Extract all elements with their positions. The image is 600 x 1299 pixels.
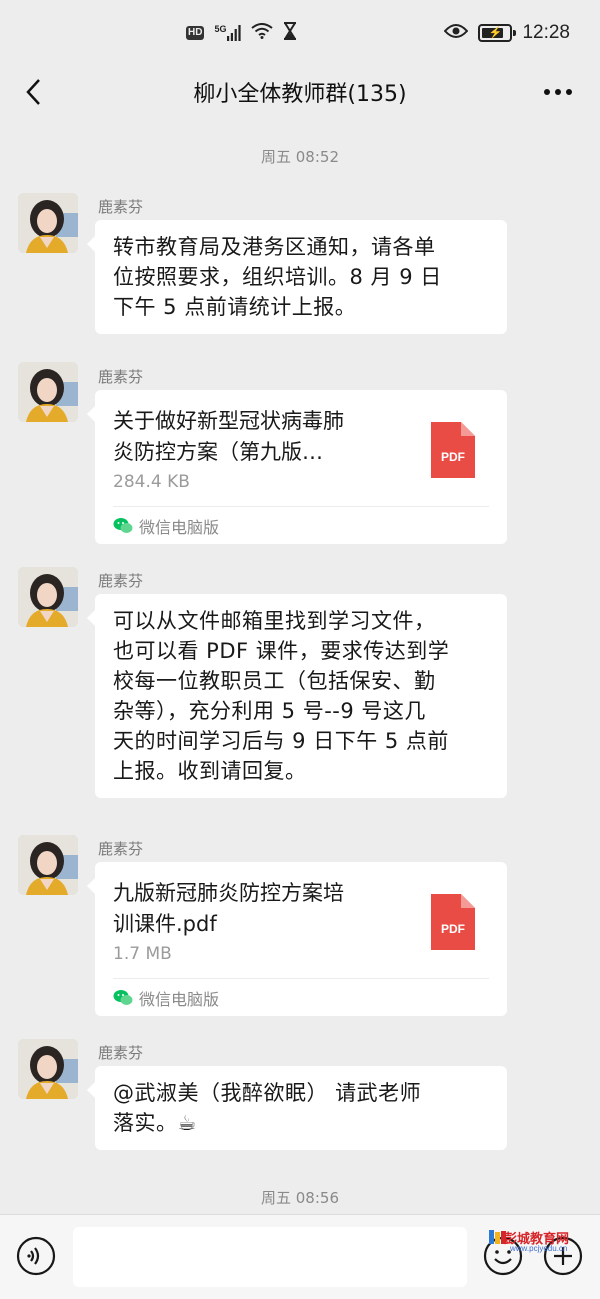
file-name-line: 炎防控方案（第九版… — [113, 440, 323, 464]
timestamp: 周五 08:52 — [261, 148, 339, 166]
avatar[interactable] — [18, 1039, 78, 1099]
message-line: @武淑美（我醉欲眠） 请武老师 — [113, 1081, 422, 1105]
message-line: 可以从文件邮箱里找到学习文件， — [113, 609, 436, 633]
file-name-line: 九版新冠肺炎防控方案培 — [113, 881, 344, 905]
pdf-label: PDF — [441, 922, 465, 936]
file-message-card[interactable]: 九版新冠肺炎防控方案培 训课件.pdf 1.7 MB PDF 微信电脑版 — [87, 862, 507, 1016]
message-line: 位按照要求，组织培训。8 月 9 日 — [113, 265, 442, 289]
signal-icon: 5G — [214, 24, 242, 41]
file-name-line: 关于做好新型冠状病毒肺 — [113, 409, 344, 433]
message-line: 也可以看 PDF 课件，要求传达到学 — [113, 639, 450, 663]
file-source-label: 微信电脑版 — [139, 989, 220, 1009]
status-indicators: HD 5G — [186, 21, 297, 45]
file-message-card[interactable]: 关于做好新型冠状病毒肺 炎防控方案（第九版… 284.4 KB PDF 微信电脑… — [87, 390, 507, 544]
file-source: 微信电脑版 — [113, 506, 489, 544]
chevron-left-icon — [26, 79, 40, 105]
message-line: 校每一位教职员工（包括保安、勤 — [113, 669, 436, 693]
text-message-bubble[interactable]: 转市教育局及港务区通知，请各单 位按照要求，组织培训。8 月 9 日 下午 5 … — [87, 220, 507, 334]
voice-icon — [16, 1236, 56, 1276]
wechat-icon — [113, 517, 133, 533]
text-message-bubble[interactable]: @武淑美（我醉欲眠） 请武老师 落实。☕ — [87, 1066, 507, 1150]
message-line: 下午 5 点前请统计上报。 — [113, 295, 357, 319]
message-line: 杂等），充分利用 5 号--9 号这几 — [113, 699, 426, 723]
file-name-line: 训课件.pdf — [113, 912, 217, 936]
sender-name: 鹿素芬 — [98, 368, 144, 386]
pdf-label: PDF — [441, 450, 465, 464]
avatar[interactable] — [18, 362, 78, 422]
avatar[interactable] — [18, 193, 78, 253]
eye-icon — [444, 23, 469, 44]
more-options-button[interactable] — [538, 76, 578, 108]
charging-bolt-icon: ⚡ — [488, 26, 503, 39]
avatar[interactable] — [18, 567, 78, 627]
message-line: 上报。收到请回复。 — [113, 759, 307, 783]
text-message-bubble[interactable]: 可以从文件邮箱里找到学习文件， 也可以看 PDF 课件，要求传达到学 校每一位教… — [87, 594, 507, 798]
voice-input-button[interactable] — [16, 1236, 56, 1276]
pdf-file-icon: PDF — [431, 422, 475, 478]
status-system: ⚡ 12:28 — [444, 22, 570, 44]
message-input[interactable] — [73, 1227, 467, 1287]
message-line: 天的时间学习后与 9 日下午 5 点前 — [113, 729, 449, 753]
file-source: 微信电脑版 — [113, 978, 489, 1016]
file-size: 1.7 MB — [113, 944, 172, 964]
status-bar: HD 5G ⚡ 12:28 — [0, 0, 600, 66]
network-label: 5G — [214, 24, 227, 34]
watermark-url: www.pcjyedu.cn — [510, 1244, 568, 1253]
chat-header: 柳小全体教师群(135) — [0, 66, 600, 118]
watermark: 彭城教育网 www.pcjyedu.cn — [488, 1228, 596, 1258]
sender-name: 鹿素芬 — [98, 572, 144, 590]
back-button[interactable] — [18, 76, 50, 108]
wechat-icon — [113, 989, 133, 1005]
message-line: 落实。☕ — [113, 1111, 197, 1135]
battery-icon: ⚡ — [478, 24, 517, 42]
chat-title: 柳小全体教师群(135) — [193, 82, 407, 107]
avatar[interactable] — [18, 835, 78, 895]
clock: 12:28 — [522, 22, 570, 43]
file-source-label: 微信电脑版 — [139, 517, 220, 537]
wifi-icon — [251, 22, 274, 44]
more-dots-icon — [544, 89, 572, 95]
sender-name: 鹿素芬 — [98, 840, 144, 858]
sender-name: 鹿素芬 — [98, 198, 144, 216]
file-size: 284.4 KB — [113, 472, 190, 492]
hd-badge: HD — [186, 26, 205, 40]
timestamp: 周五 08:56 — [261, 1189, 339, 1207]
sender-name: 鹿素芬 — [98, 1044, 144, 1062]
message-line: 转市教育局及港务区通知，请各单 — [113, 235, 436, 259]
pdf-file-icon: PDF — [431, 894, 475, 950]
hourglass-icon — [283, 21, 297, 45]
